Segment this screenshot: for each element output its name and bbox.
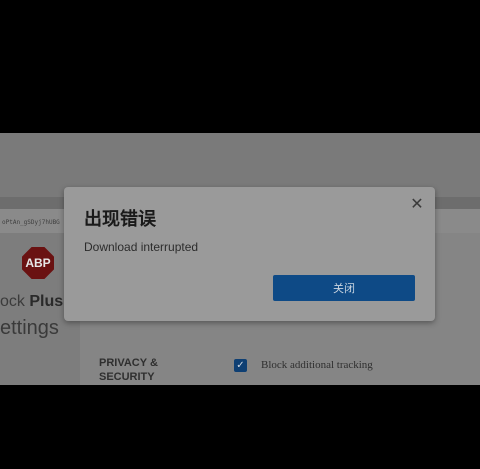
section-label-privacy: PRIVACY & SECURITY: [99, 357, 158, 383]
close-icon[interactable]: ✕: [409, 197, 425, 213]
dialog-message: Download interrupted: [84, 240, 199, 254]
error-dialog: 出现错误 ✕ Download interrupted 关闭: [64, 187, 435, 321]
page-title: ettings: [0, 317, 59, 339]
block-tracking-checkbox[interactable]: ✓: [234, 359, 247, 372]
brand-prefix: ock: [0, 293, 30, 310]
brand-bold: Plus: [29, 293, 64, 310]
close-button[interactable]: 关闭: [273, 275, 415, 301]
block-tracking-label[interactable]: Block additional tracking: [261, 359, 373, 371]
address-url: oPtAn_gSDyj7hUBG: [2, 219, 60, 226]
abp-logo-text: ABP: [25, 256, 51, 270]
checkmark-icon: ✓: [236, 360, 245, 371]
brand-name: ock Plus: [0, 293, 63, 311]
dialog-title: 出现错误: [84, 209, 156, 229]
screenshot-frame: oPtAn_gSDyj7hUBG ABP ock Plus ettings PR…: [0, 133, 480, 385]
